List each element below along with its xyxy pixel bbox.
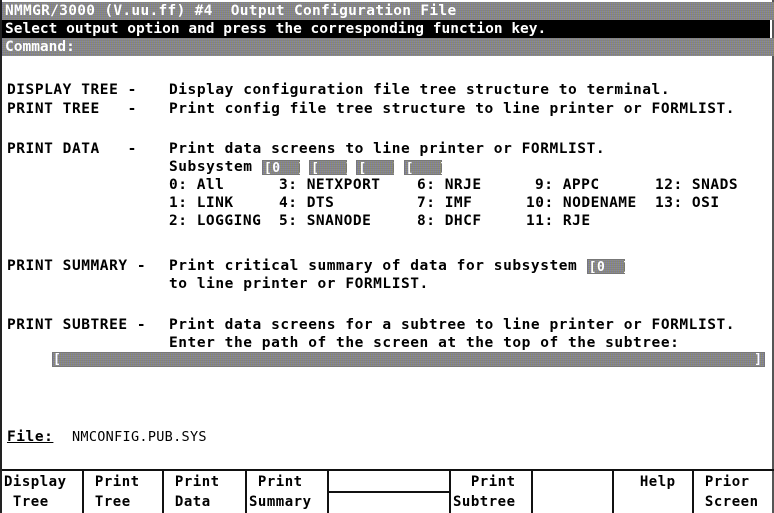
option-label: DISPLAY TREE - <box>7 82 137 98</box>
option-print-subtree: PRINT SUBTREE - Print data screens for a … <box>7 316 735 334</box>
option-description: Print data screens for a subtree to line… <box>169 317 736 333</box>
fkey-help[interactable]: Help <box>614 471 694 513</box>
option-description: Print config file tree structure to line… <box>169 101 736 117</box>
fkey-print-tree[interactable]: Print Tree <box>84 471 164 513</box>
fkey-print-data[interactable]: Print Data <box>164 471 247 513</box>
fkey-print-subtree[interactable]: Print Subtree <box>451 471 533 513</box>
subsystem-option: 9: APPC <box>535 177 600 193</box>
subsystem-option: 1: LINK <box>169 195 234 211</box>
option-label: PRINT DATA - <box>7 141 137 157</box>
option-print-data: PRINT DATA - Print data screens to line p… <box>7 140 605 158</box>
fkey-display-tree[interactable]: Display Tree <box>2 471 84 513</box>
option-label: PRINT SUBTREE - <box>7 317 147 333</box>
file-name: NMCONFIG.PUB.SYS <box>71 429 207 445</box>
subsystem-option: 6: NRJE <box>417 177 482 193</box>
option-print-tree: PRINT TREE - Print config file tree struc… <box>7 100 735 118</box>
subsystem-option: 8: DHCF <box>417 213 482 229</box>
status-message: Select output option and press the corre… <box>2 20 770 38</box>
option-print-summary: PRINT SUMMARY - Print critical summary of… <box>7 257 630 275</box>
fkey-print-summary[interactable]: Print Summary <box>247 471 329 513</box>
option-description: Print data screens to line printer or FO… <box>169 141 606 157</box>
subsystem-option: 5: SNANODE <box>279 213 372 229</box>
option-description-cont: Enter the path of the screen at the top … <box>169 335 680 351</box>
option-description-cont: to line printer or FORMLIST. <box>169 276 429 292</box>
subsystem-field-2[interactable]: [ ] <box>309 159 352 176</box>
option-label: PRINT TREE - <box>7 101 137 117</box>
subsystem-option: 11: RJE <box>526 213 591 229</box>
option-label: PRINT SUMMARY - <box>7 258 147 274</box>
subsystem-option: 0: All <box>169 177 225 193</box>
subsystem-row: Subsystem [0 ] [ ] [ ] [ ] <box>169 158 447 176</box>
subsystem-field-4[interactable]: [ ] <box>403 159 447 176</box>
subsystem-field-3[interactable]: [ ] <box>356 159 400 176</box>
subsystem-option: 4: DTS <box>279 195 335 211</box>
command-line[interactable]: Command: <box>2 38 774 56</box>
function-key-bar: Display Tree Print Tree Print Data Print… <box>2 469 774 513</box>
subsystem-option: 10: NODENAME <box>526 195 637 211</box>
subsystem-field-1[interactable]: [0 ] <box>261 159 305 176</box>
terminal-screen: NMMGR/3000 (V.uu.ff) #4 Output Configura… <box>0 0 774 513</box>
fkey-prior-screen[interactable]: Prior Screen <box>694 471 774 513</box>
subsystem-option: 7: IMF <box>417 195 473 211</box>
file-label: File: <box>7 429 54 445</box>
subtree-path-input[interactable]: [] <box>52 352 765 367</box>
command-label: Command: <box>5 39 75 55</box>
subsystem-option: 2: LOGGING <box>169 213 262 229</box>
fkey-7-blank[interactable] <box>533 471 614 513</box>
option-display-tree: DISPLAY TREE - Display configuration file… <box>7 81 670 99</box>
subsystem-label: Subsystem <box>169 159 253 175</box>
screen-title: NMMGR/3000 (V.uu.ff) #4 Output Configura… <box>2 2 774 20</box>
option-description: Display configuration file tree structur… <box>169 82 671 98</box>
subsystem-option: 12: SNADS <box>655 177 739 193</box>
option-description: Print critical summary of data for subsy… <box>169 258 578 274</box>
summary-subsystem-field[interactable]: [0 ] <box>586 258 630 275</box>
subsystem-option: 13: OSI <box>655 195 720 211</box>
subsystem-option: 3: NETXPORT <box>279 177 381 193</box>
fkey-5-blank[interactable] <box>329 471 451 513</box>
file-row: File: NMCONFIG.PUB.SYS <box>7 428 207 446</box>
